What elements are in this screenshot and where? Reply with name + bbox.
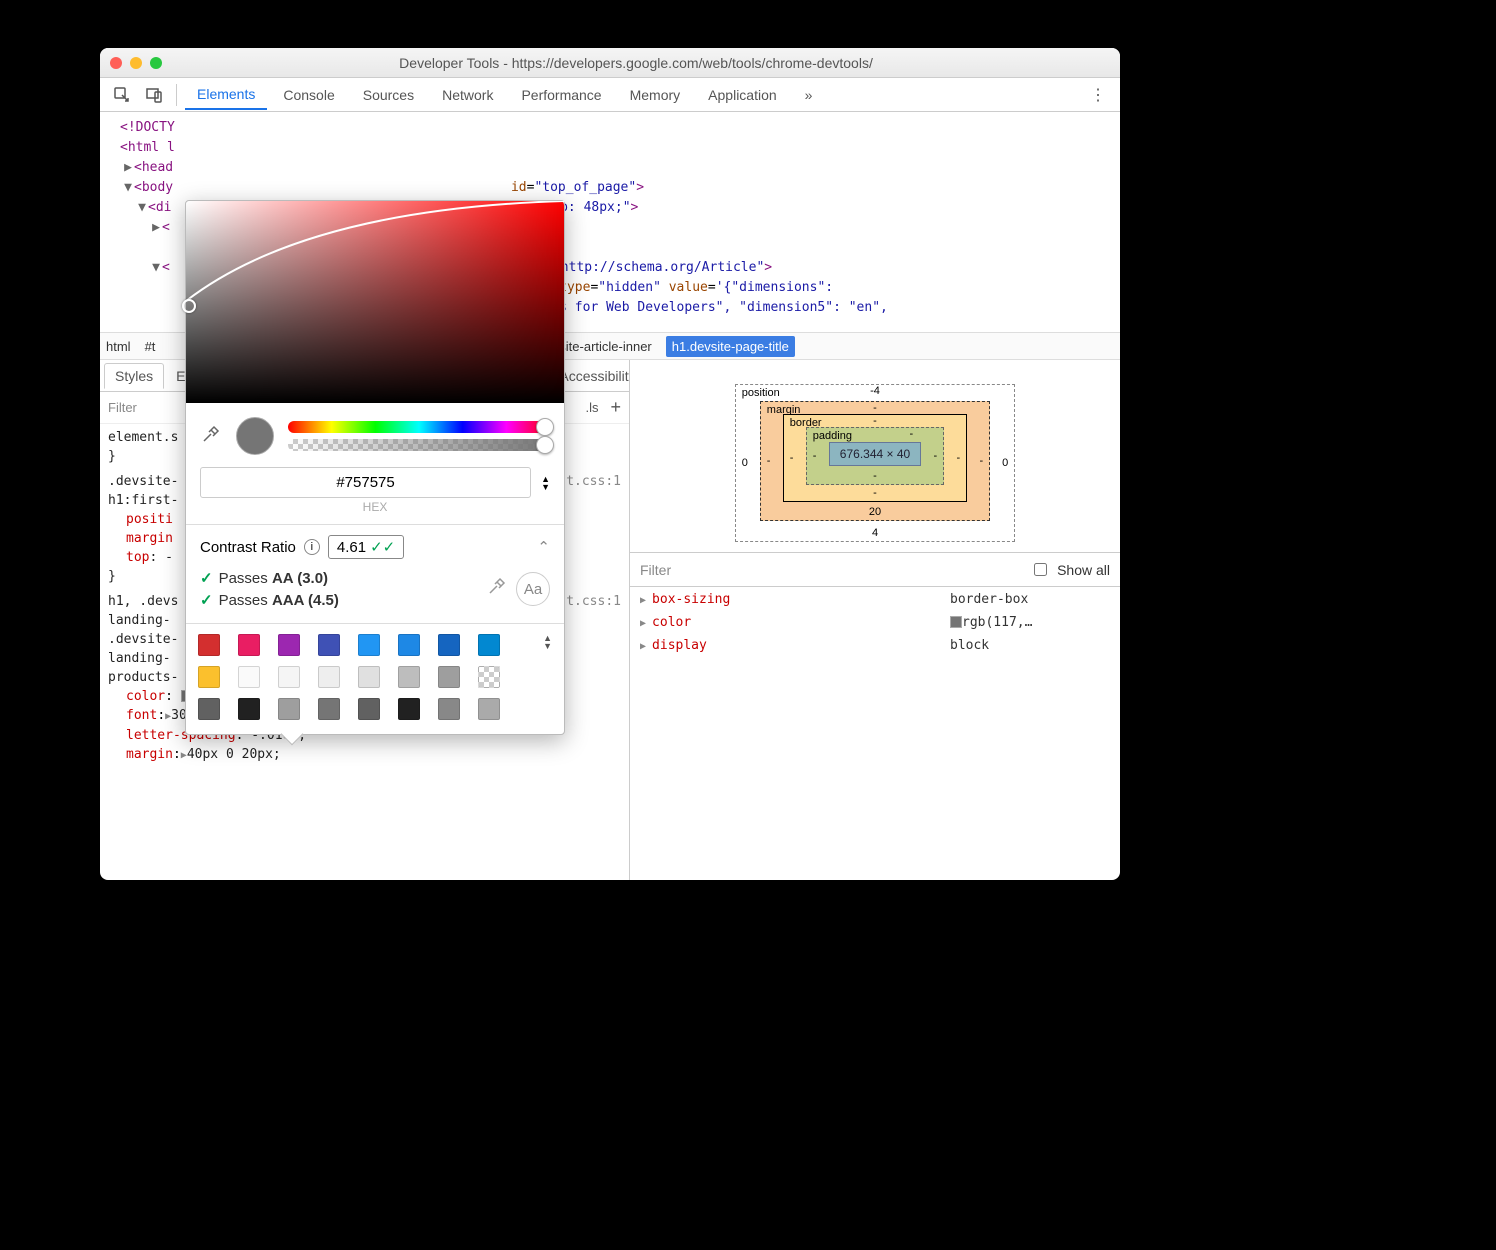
saturation-value-area[interactable] [186, 201, 564, 403]
picker-controls-row [186, 403, 564, 461]
inspect-element-icon[interactable] [108, 82, 136, 108]
palette-swatch[interactable] [318, 698, 340, 720]
computed-pane: position -4 0 0 4 margin - - - 20 bord [630, 360, 1120, 880]
show-all-checkbox[interactable] [1034, 563, 1047, 576]
bg-eyedropper-icon[interactable] [486, 577, 506, 602]
content-area: <!DOCTY <html l ▶<head ▼<body id="top_of… [100, 112, 1120, 880]
palette-swatch[interactable] [278, 666, 300, 688]
settings-menu-icon[interactable]: ⋮ [1084, 82, 1112, 108]
palette-swatch[interactable] [438, 634, 460, 656]
tab-application[interactable]: Application [696, 81, 789, 109]
alpha-thumb[interactable] [536, 436, 554, 454]
computed-filter-row: Filter Show all [630, 553, 1120, 587]
contrast-ratio-label: Contrast Ratio [200, 539, 296, 556]
palette-swatch[interactable] [398, 634, 420, 656]
tab-network[interactable]: Network [430, 81, 505, 109]
palette-switch-icon[interactable]: ▲▼ [543, 634, 552, 650]
palette-swatch[interactable] [478, 666, 500, 688]
palette-swatch[interactable] [238, 698, 260, 720]
sv-thumb[interactable] [182, 299, 196, 313]
source-link[interactable]: t.css:1 [566, 592, 621, 611]
separator [176, 84, 177, 106]
palette-swatch[interactable] [198, 698, 220, 720]
devtools-window: Developer Tools - https://developers.goo… [100, 48, 1120, 880]
tabs-overflow[interactable]: » [793, 81, 825, 109]
palette-swatch[interactable] [318, 666, 340, 688]
pass-aaa-row: ✓Passes AAA (4.5) [200, 589, 339, 611]
tab-elements[interactable]: Elements [185, 80, 267, 110]
dom-body[interactable]: <body [134, 180, 173, 195]
palette-swatch[interactable] [398, 698, 420, 720]
pass-aa-row: ✓Passes AA (3.0) [200, 567, 339, 589]
box-model-diagram[interactable]: position -4 0 0 4 margin - - - 20 bord [630, 360, 1120, 553]
titlebar: Developer Tools - https://developers.goo… [100, 48, 1120, 78]
palette-swatch[interactable] [238, 634, 260, 656]
toggle-classes-button[interactable]: .ls [585, 400, 598, 415]
crumb-h1-title[interactable]: h1.devsite-page-title [666, 336, 795, 357]
new-style-rule-button[interactable]: + [610, 397, 621, 418]
device-toolbar-icon[interactable] [140, 82, 168, 108]
palette-swatch[interactable] [358, 634, 380, 656]
palette-swatch[interactable] [358, 698, 380, 720]
contrast-section: Contrast Ratio i 4.61 ✓✓ ⌃ ✓Passes AA (3… [186, 525, 564, 623]
palette-swatch[interactable] [198, 634, 220, 656]
palette-swatch[interactable] [238, 666, 260, 688]
dom-doctype: <!DOCTY [120, 120, 175, 135]
collapse-contrast-icon[interactable]: ⌃ [537, 538, 550, 556]
tab-styles[interactable]: Styles [104, 363, 164, 389]
box-model-content: 676.344 × 40 [829, 442, 921, 466]
palette-swatch[interactable] [278, 698, 300, 720]
palette-swatch[interactable] [478, 634, 500, 656]
color-hex-input[interactable] [200, 467, 531, 498]
contrast-curve [186, 201, 564, 403]
contrast-ratio-value: 4.61 ✓✓ [328, 535, 404, 559]
tab-console[interactable]: Console [271, 81, 346, 109]
minimize-window-button[interactable] [130, 57, 142, 69]
tab-performance[interactable]: Performance [509, 81, 613, 109]
current-color-swatch [236, 417, 274, 455]
text-sample-icon[interactable]: Aa [516, 572, 550, 606]
dom-head[interactable]: <head [134, 160, 173, 175]
hue-slider[interactable] [288, 421, 550, 433]
source-link[interactable]: t.css:1 [566, 472, 621, 491]
close-window-button[interactable] [110, 57, 122, 69]
tab-memory[interactable]: Memory [618, 81, 693, 109]
color-palette: ▲▼ [186, 624, 564, 734]
palette-swatch[interactable] [278, 634, 300, 656]
computed-properties[interactable]: box-sizingborder-box colorrgb(117,… disp… [630, 587, 1120, 880]
dom-html: <html l [120, 140, 175, 155]
palette-swatch[interactable] [438, 698, 460, 720]
palette-swatch[interactable] [398, 666, 420, 688]
palette-swatch[interactable] [198, 666, 220, 688]
eyedropper-icon[interactable] [200, 425, 222, 447]
color-picker-popover[interactable]: ▲▼ HEX Contrast Ratio i 4.61 ✓✓ ⌃ ✓Passe… [185, 200, 565, 735]
palette-swatch[interactable] [318, 634, 340, 656]
dom-div[interactable]: <di [148, 200, 171, 215]
palette-swatch[interactable] [438, 666, 460, 688]
tab-sources[interactable]: Sources [351, 81, 426, 109]
zoom-window-button[interactable] [150, 57, 162, 69]
crumb-html[interactable]: html [106, 339, 131, 354]
palette-swatch[interactable] [358, 666, 380, 688]
window-controls [110, 57, 162, 69]
window-title: Developer Tools - https://developers.goo… [162, 55, 1110, 71]
info-icon[interactable]: i [304, 539, 320, 555]
palette-swatch[interactable] [478, 698, 500, 720]
main-toolbar: Elements Console Sources Network Perform… [100, 78, 1120, 112]
alpha-slider[interactable] [288, 439, 550, 451]
hue-thumb[interactable] [536, 418, 554, 436]
computed-filter-input[interactable]: Filter [640, 562, 671, 578]
format-label: HEX [186, 500, 564, 524]
color-swatch-small [950, 616, 962, 628]
format-toggle-icon[interactable]: ▲▼ [541, 475, 550, 491]
styles-filter-input[interactable]: Filter [108, 400, 137, 415]
show-all-label[interactable]: Show all [1057, 562, 1110, 578]
